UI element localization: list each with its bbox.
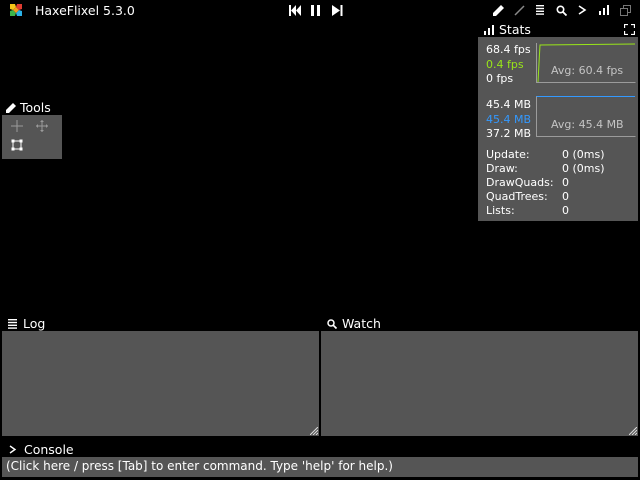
draw-value: 0 (0ms) <box>562 162 605 175</box>
stats-title: Stats <box>499 22 531 37</box>
line-button[interactable] <box>511 2 527 18</box>
draw-debug-icon <box>492 4 504 16</box>
pause-icon <box>311 4 320 16</box>
watch-resize-handle[interactable] <box>629 427 637 435</box>
watch-icon <box>555 4 567 16</box>
memory-min: 37.2 MB <box>486 127 532 140</box>
log-icon <box>536 5 544 15</box>
stats-toggle-button[interactable] <box>596 2 612 18</box>
console-window-header[interactable]: Console <box>9 442 74 457</box>
stats-window: 68.4 fps 0.4 fps 0 fps Avg: 60.4 fps 45.… <box>478 37 638 221</box>
rewind-button[interactable] <box>287 2 303 18</box>
app-title: HaxeFlixel 5.3.0 <box>35 3 135 18</box>
transform-tool-icon <box>11 139 23 151</box>
log-header-icon <box>8 319 17 329</box>
log-window-header[interactable]: Log <box>8 316 45 331</box>
console-header-icon <box>9 445 17 454</box>
quadtrees-value: 0 <box>562 190 569 203</box>
log-toggle-button[interactable] <box>532 2 548 18</box>
stats-icon <box>599 5 609 15</box>
lists-label: Lists: <box>486 204 515 217</box>
quadtrees-label: QuadTrees: <box>486 190 548 203</box>
windows-icon <box>619 4 631 16</box>
memory-avg-label: Avg: 45.4 MB <box>551 118 624 131</box>
draw-label: Draw: <box>486 162 518 175</box>
pencil-icon <box>6 103 16 113</box>
memory-max: 45.4 MB <box>486 98 532 111</box>
haxeflixel-logo-icon <box>10 4 22 16</box>
console-icon <box>578 5 586 15</box>
step-forward-icon <box>331 4 342 16</box>
log-window[interactable] <box>2 331 319 436</box>
stats-header-icon <box>484 25 494 35</box>
pointer-tool-icon <box>11 120 23 132</box>
console-toggle-button[interactable] <box>574 2 590 18</box>
console-input[interactable]: (Click here / press [Tab] to enter comma… <box>2 457 638 477</box>
rewind-icon <box>289 4 301 16</box>
update-value: 0 (0ms) <box>562 148 605 161</box>
watch-toggle-button[interactable] <box>553 2 569 18</box>
tools-window-header[interactable]: Tools <box>6 100 51 115</box>
tools-title: Tools <box>20 100 51 115</box>
fps-current: 68.4 fps <box>486 43 531 56</box>
update-label: Update: <box>486 148 530 161</box>
pause-button[interactable] <box>308 2 324 18</box>
log-title: Log <box>23 316 46 331</box>
drawquads-label: DrawQuads: <box>486 176 554 189</box>
mover-tool-button[interactable] <box>36 120 48 132</box>
console-input-text: (Click here / press [Tab] to enter comma… <box>6 459 393 473</box>
line-icon <box>513 4 525 16</box>
memory-current: 45.4 MB <box>486 113 532 126</box>
watch-window[interactable] <box>321 331 638 436</box>
mover-tool-icon <box>36 120 48 132</box>
console-title: Console <box>24 442 74 457</box>
tools-window <box>2 115 62 159</box>
drawquads-value: 0 <box>562 176 569 189</box>
stats-window-header[interactable]: Stats <box>484 22 531 37</box>
expand-icon <box>623 23 636 36</box>
windows-toggle-button[interactable] <box>617 2 633 18</box>
log-resize-handle[interactable] <box>310 427 318 435</box>
step-forward-button[interactable] <box>329 2 345 18</box>
watch-header-icon <box>327 319 338 330</box>
fps-mid: 0.4 fps <box>486 58 524 71</box>
pointer-tool-button[interactable] <box>11 120 23 132</box>
fps-min: 0 fps <box>486 72 514 85</box>
transform-tool-button[interactable] <box>11 139 23 151</box>
lists-value: 0 <box>562 204 569 217</box>
fps-avg-label: Avg: 60.4 fps <box>551 64 624 77</box>
draw-debug-button[interactable] <box>490 2 506 18</box>
watch-title: Watch <box>342 316 381 331</box>
stats-expand-button[interactable] <box>623 23 636 36</box>
debugger-title-bar: HaxeFlixel 5.3.0 <box>0 0 640 20</box>
watch-window-header[interactable]: Watch <box>327 316 381 331</box>
